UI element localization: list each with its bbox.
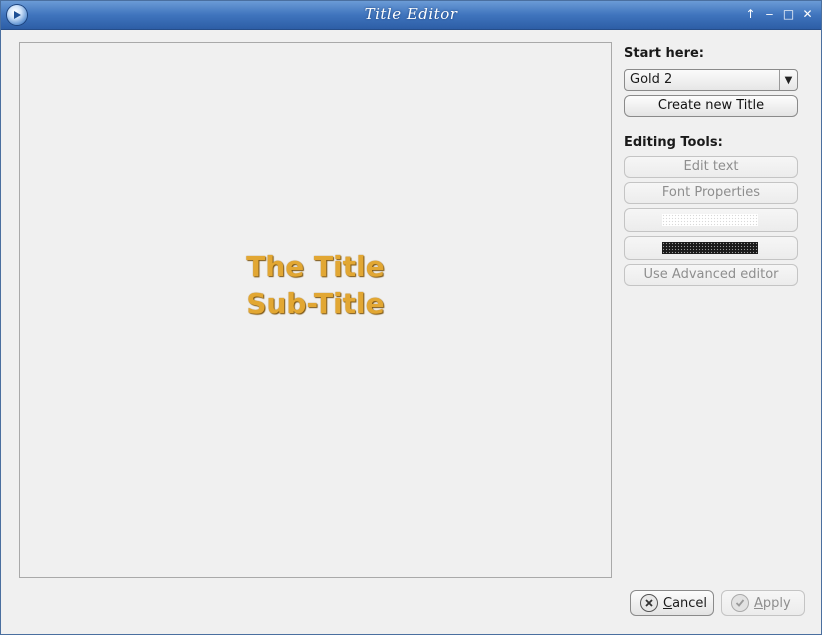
apply-mnemonic: A — [754, 595, 763, 611]
background-style-button[interactable] — [624, 208, 798, 232]
window-title: Title Editor — [364, 5, 458, 23]
title-editor-window: Title Editor ↑ ‒ □ ✕ The Title Sub-Title… — [0, 0, 822, 635]
apply-label: Apply — [754, 596, 791, 611]
advanced-editor-button[interactable]: Use Advanced editor — [624, 264, 798, 286]
minimize-icon[interactable]: ‒ — [762, 7, 777, 22]
preview-title-line: The Title — [246, 250, 385, 283]
font-properties-button[interactable]: Font Properties — [624, 182, 798, 204]
start-here-label: Start here: — [624, 46, 704, 61]
create-new-title-button[interactable]: Create new Title — [624, 95, 798, 117]
titlebar[interactable]: Title Editor ↑ ‒ □ ✕ — [1, 1, 821, 30]
keep-above-icon[interactable]: ↑ — [743, 7, 758, 22]
cancel-icon — [640, 594, 658, 612]
apply-button[interactable]: Apply — [721, 590, 805, 616]
title-preview-area: The Title Sub-Title — [19, 42, 612, 578]
edit-text-button[interactable]: Edit text — [624, 156, 798, 178]
close-icon[interactable]: ✕ — [800, 7, 815, 22]
maximize-icon[interactable]: □ — [781, 7, 796, 22]
apply-label-rest: pply — [762, 595, 791, 611]
cancel-button[interactable]: Cancel — [630, 590, 714, 616]
window-controls: ↑ ‒ □ ✕ — [743, 7, 815, 22]
preset-value: Gold 2 — [630, 72, 673, 87]
cancel-mnemonic: C — [663, 595, 673, 611]
preview-subtitle-line: Sub-Title — [246, 287, 385, 320]
light-pattern-swatch — [662, 214, 758, 226]
editing-tools-label: Editing Tools: — [624, 135, 723, 150]
preset-combobox[interactable]: Gold 2 ▼ — [624, 69, 798, 91]
cancel-label-rest: ancel — [672, 595, 708, 611]
title-preview-text: The Title Sub-Title — [20, 248, 611, 322]
dark-pattern-swatch — [662, 242, 758, 254]
shadow-style-button[interactable] — [624, 236, 798, 260]
side-panel: Start here: Gold 2 ▼ Create new Title Ed… — [624, 45, 798, 286]
chevron-down-icon[interactable]: ▼ — [779, 70, 797, 90]
checkmark-icon — [731, 594, 749, 612]
cancel-label: Cancel — [663, 596, 707, 611]
